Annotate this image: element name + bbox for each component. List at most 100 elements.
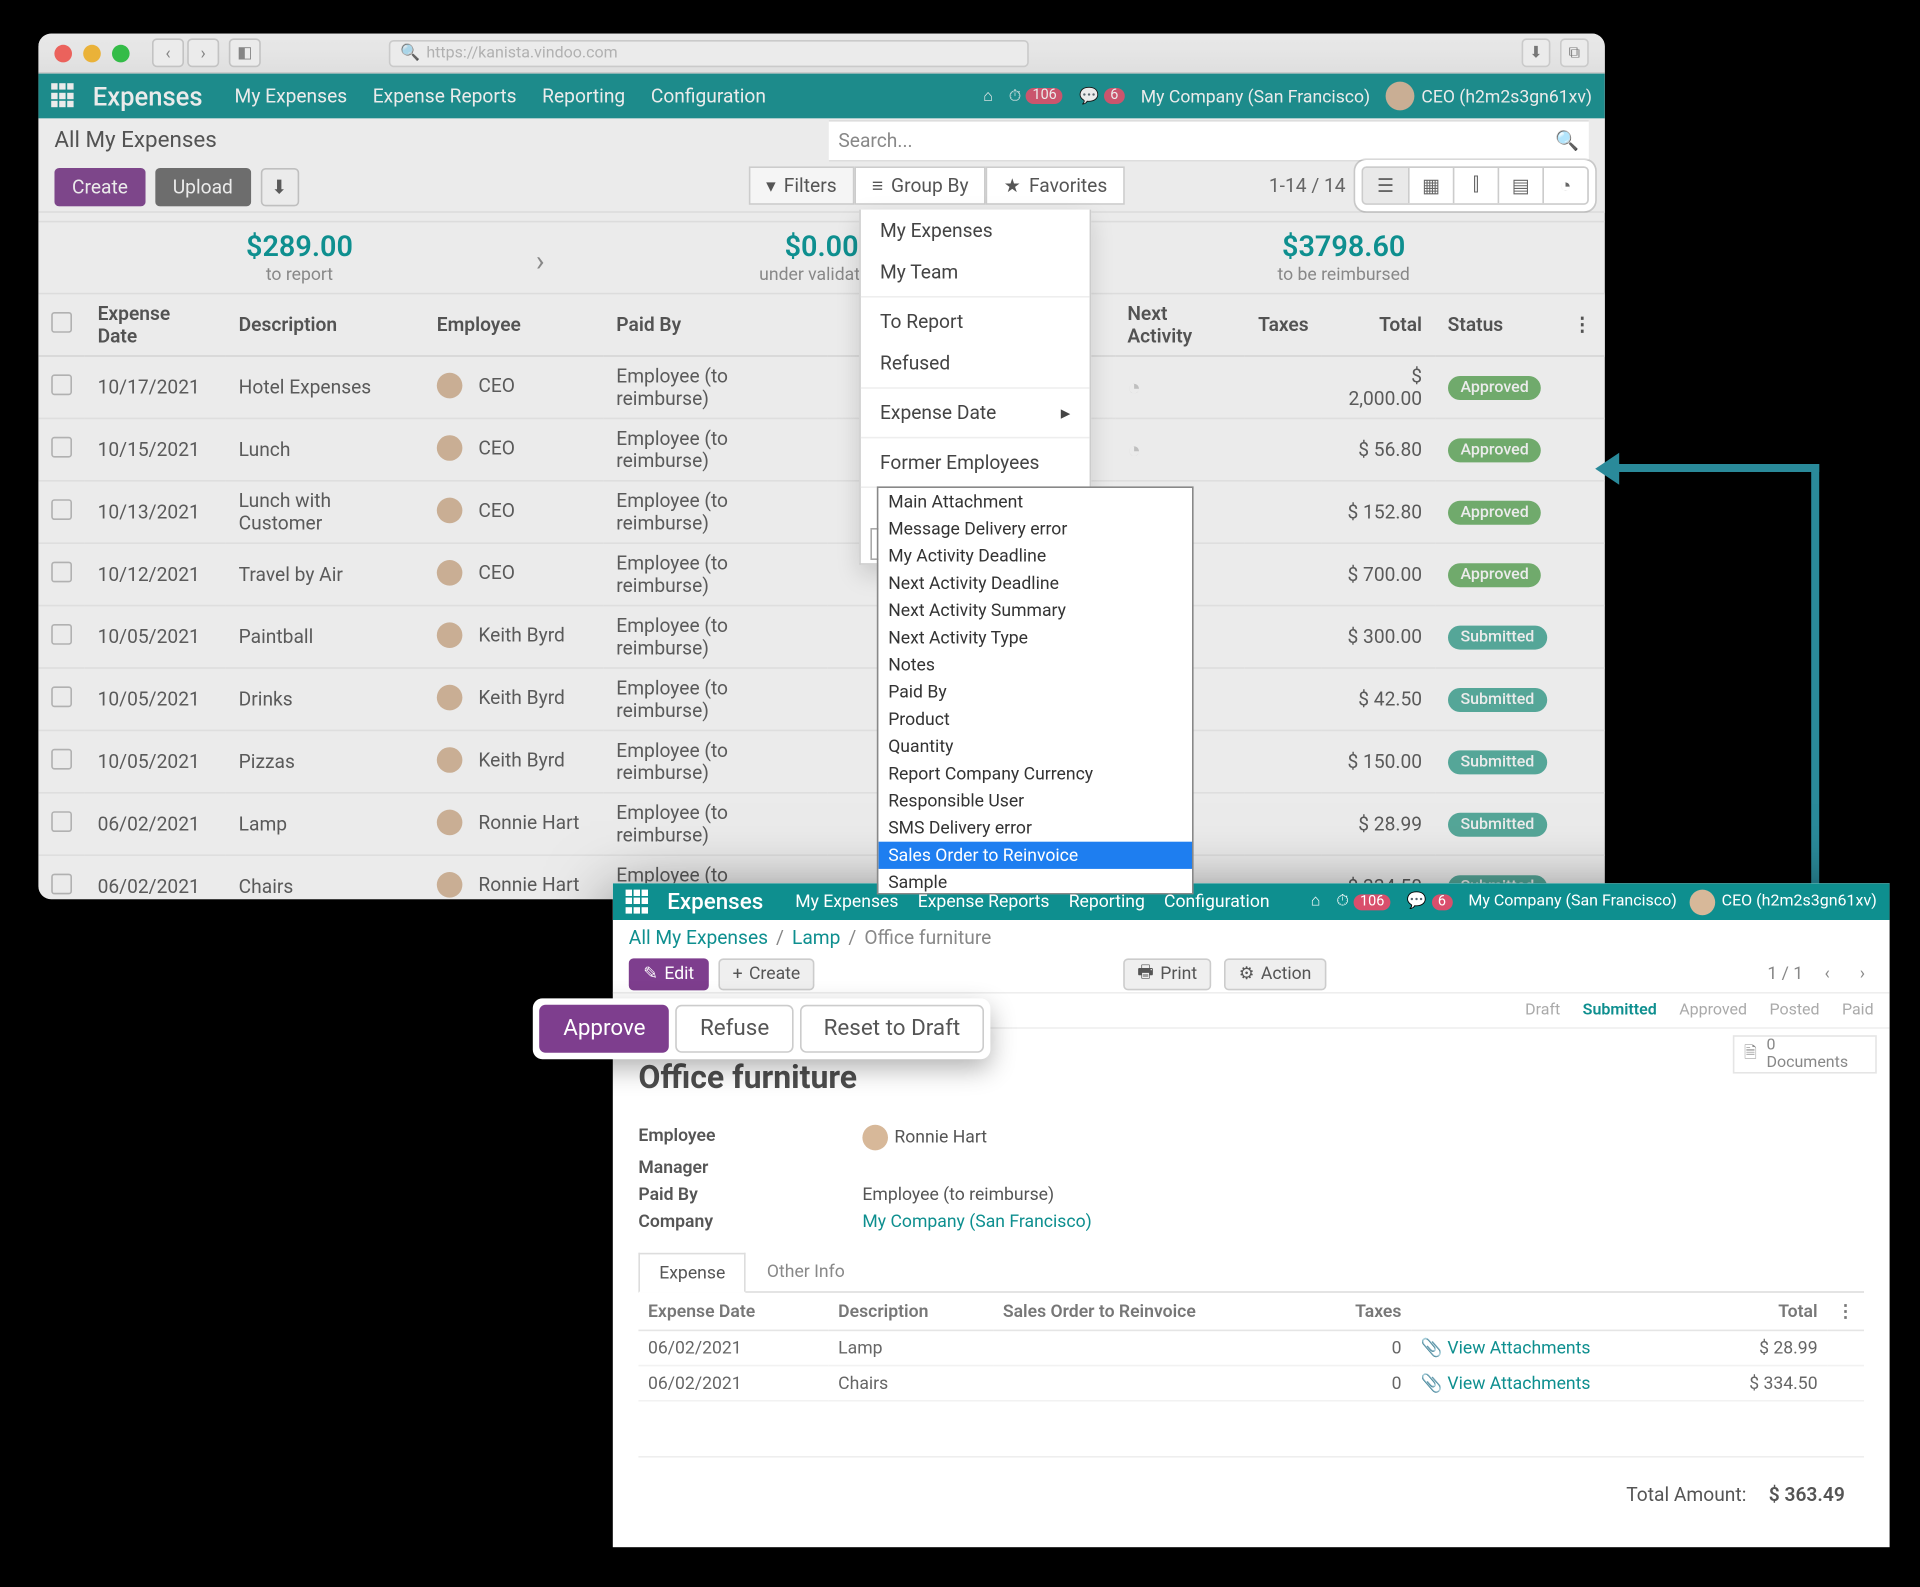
action-button[interactable]: ⚙ Action (1224, 958, 1326, 990)
home-icon[interactable]: ⌂ (983, 87, 993, 105)
breadcrumb-mid[interactable]: Lamp (792, 926, 840, 948)
col-menu-icon[interactable]: ⋮ (1560, 294, 1605, 356)
table-row[interactable]: 10/15/2021LunchCEOEmployee (to reimburse… (38, 418, 1604, 480)
dcol-tax[interactable]: Taxes (1313, 1293, 1412, 1331)
tile-to-reimburse[interactable]: $3798.60 to be reimbursed (1083, 222, 1605, 292)
dcol-desc[interactable]: Description (829, 1293, 994, 1331)
copy-icon[interactable]: ⧉ (1560, 38, 1589, 67)
approve-button[interactable]: Approve (539, 1005, 669, 1053)
prev-record-icon[interactable]: ‹ (1816, 963, 1838, 984)
filter-opt-former-employees[interactable]: Former Employees (861, 442, 1090, 484)
messages-badge[interactable]: ⏱106 (1009, 87, 1063, 105)
value-company[interactable]: My Company (San Francisco) (862, 1211, 1091, 1232)
col-next[interactable]: Next Activity (1115, 294, 1246, 356)
maximize-window-icon[interactable] (112, 44, 130, 62)
sidebar-toggle-icon[interactable]: ◧ (229, 38, 261, 67)
window-controls[interactable] (54, 44, 129, 62)
table-row[interactable]: 10/05/2021PaintballKeith ByrdEmployee (t… (38, 606, 1604, 668)
user-name[interactable]: CEO (h2m2s3gn61xv) (1421, 86, 1592, 107)
table-row[interactable]: 10/05/2021DrinksKeith ByrdEmployee (to r… (38, 668, 1604, 730)
next-record-icon[interactable]: › (1851, 963, 1873, 984)
cell-activity[interactable]: ◔ (1115, 418, 1246, 480)
col-paid[interactable]: Paid By (604, 294, 827, 356)
row-checkbox[interactable] (51, 624, 72, 645)
view-kanban-icon[interactable]: ▦ (1408, 167, 1453, 202)
field-option[interactable]: Quantity (878, 733, 1192, 760)
reset-to-draft-button[interactable]: Reset to Draft (800, 1005, 985, 1053)
company-name[interactable]: My Company (San Francisco) (1468, 893, 1677, 911)
field-select-dropdown[interactable]: Main AttachmentMessage Delivery errorMy … (877, 486, 1194, 894)
row-checkbox[interactable] (51, 374, 72, 395)
favorites-button[interactable]: ★Favorites (986, 166, 1125, 204)
status-paid[interactable]: Paid (1842, 1002, 1874, 1020)
select-all-checkbox[interactable] (51, 312, 72, 333)
table-row[interactable]: 10/05/2021PizzasKeith ByrdEmployee (to r… (38, 730, 1604, 792)
view-list-icon[interactable]: ☰ (1363, 167, 1408, 202)
view-pivot-icon[interactable]: ▤ (1498, 167, 1543, 202)
row-checkbox[interactable] (51, 562, 72, 583)
field-option[interactable]: Product (878, 706, 1192, 733)
home-icon[interactable]: ⌂ (1311, 893, 1321, 911)
view-graph-icon[interactable]: ⫿ (1453, 167, 1498, 202)
minimize-window-icon[interactable] (83, 44, 101, 62)
menu-reporting[interactable]: Reporting (542, 85, 625, 107)
col-date[interactable]: Expense Date (85, 294, 226, 356)
col-desc[interactable]: Description (226, 294, 424, 356)
field-option[interactable]: Message Delivery error (878, 515, 1192, 542)
back-button[interactable]: ‹ (152, 38, 184, 67)
field-option[interactable]: Main Attachment (878, 488, 1192, 515)
chat-badge[interactable]: 💬6 (1079, 87, 1125, 105)
row-checkbox[interactable] (51, 437, 72, 458)
row-checkbox[interactable] (51, 811, 72, 832)
create-button[interactable]: + Create (718, 958, 814, 990)
tab-expense[interactable]: Expense (638, 1253, 746, 1293)
menu-my-expenses[interactable]: My Expenses (235, 85, 348, 107)
field-option[interactable]: SMS Delivery error (878, 814, 1192, 841)
field-option[interactable]: Report Company Currency (878, 760, 1192, 787)
view-attachments-link[interactable]: 📎View Attachments (1421, 1373, 1591, 1394)
user-avatar[interactable] (1690, 889, 1716, 915)
user-avatar[interactable] (1386, 82, 1415, 111)
apps-icon[interactable] (51, 83, 77, 109)
view-activity-icon[interactable]: ◔ (1542, 167, 1587, 202)
dcol-total[interactable]: Total (1695, 1293, 1827, 1331)
row-checkbox[interactable] (51, 686, 72, 707)
dcol-so[interactable]: Sales Order to Reinvoice (993, 1293, 1312, 1331)
field-option[interactable]: Sample (878, 869, 1192, 895)
download-icon[interactable]: ⬇ (1522, 38, 1551, 67)
col-total[interactable]: Total (1321, 294, 1434, 356)
field-option[interactable]: Notes (878, 651, 1192, 678)
upload-button[interactable]: Upload (155, 167, 250, 205)
col-tax[interactable]: Taxes (1245, 294, 1321, 356)
url-bar[interactable]: 🔍 https://kanista.vindoo.com (389, 39, 1029, 66)
filter-opt-my-expenses[interactable]: My Expenses (861, 210, 1090, 252)
edit-button[interactable]: ✎ Edit (629, 958, 709, 990)
table-row[interactable]: 06/02/2021LampRonnie HartEmployee (to re… (38, 793, 1604, 855)
filter-opt-refused[interactable]: Refused (861, 342, 1090, 384)
breadcrumb-root[interactable]: All My Expenses (629, 926, 768, 948)
field-option[interactable]: Sales Order to Reinvoice (878, 842, 1192, 869)
download-list-button[interactable]: ⬇ (260, 167, 299, 205)
chat-badge[interactable]: 💬6 (1407, 893, 1453, 911)
row-checkbox[interactable] (51, 874, 72, 895)
table-row[interactable]: 10/12/2021Travel by AirCEOEmployee (to r… (38, 543, 1604, 605)
dcol-date[interactable]: Expense Date (638, 1293, 828, 1331)
row-checkbox[interactable] (51, 499, 72, 520)
menu-configuration[interactable]: Configuration (651, 85, 766, 107)
apps-icon[interactable] (626, 889, 652, 915)
filter-opt-expense-date[interactable]: Expense Date▸ (861, 392, 1090, 434)
close-window-icon[interactable] (54, 44, 72, 62)
col-emp[interactable]: Employee (424, 294, 604, 356)
field-option[interactable]: Responsible User (878, 787, 1192, 814)
status-submitted[interactable]: Submitted (1583, 1002, 1657, 1020)
table-row[interactable]: 06/02/2021Lamp0📎View Attachments$ 28.99 (638, 1330, 1864, 1365)
filter-opt-to-report[interactable]: To Report (861, 301, 1090, 343)
messages-badge[interactable]: ⏱106 (1336, 893, 1390, 911)
field-option[interactable]: Next Activity Type (878, 624, 1192, 651)
create-button[interactable]: Create (54, 167, 145, 205)
view-attachments-link[interactable]: 📎View Attachments (1421, 1338, 1591, 1359)
forward-button[interactable]: › (187, 38, 219, 67)
group-by-button[interactable]: ≡Group By (854, 166, 986, 204)
filter-opt-my-team[interactable]: My Team (861, 251, 1090, 293)
search-input[interactable]: Search... 🔍 (829, 120, 1589, 162)
